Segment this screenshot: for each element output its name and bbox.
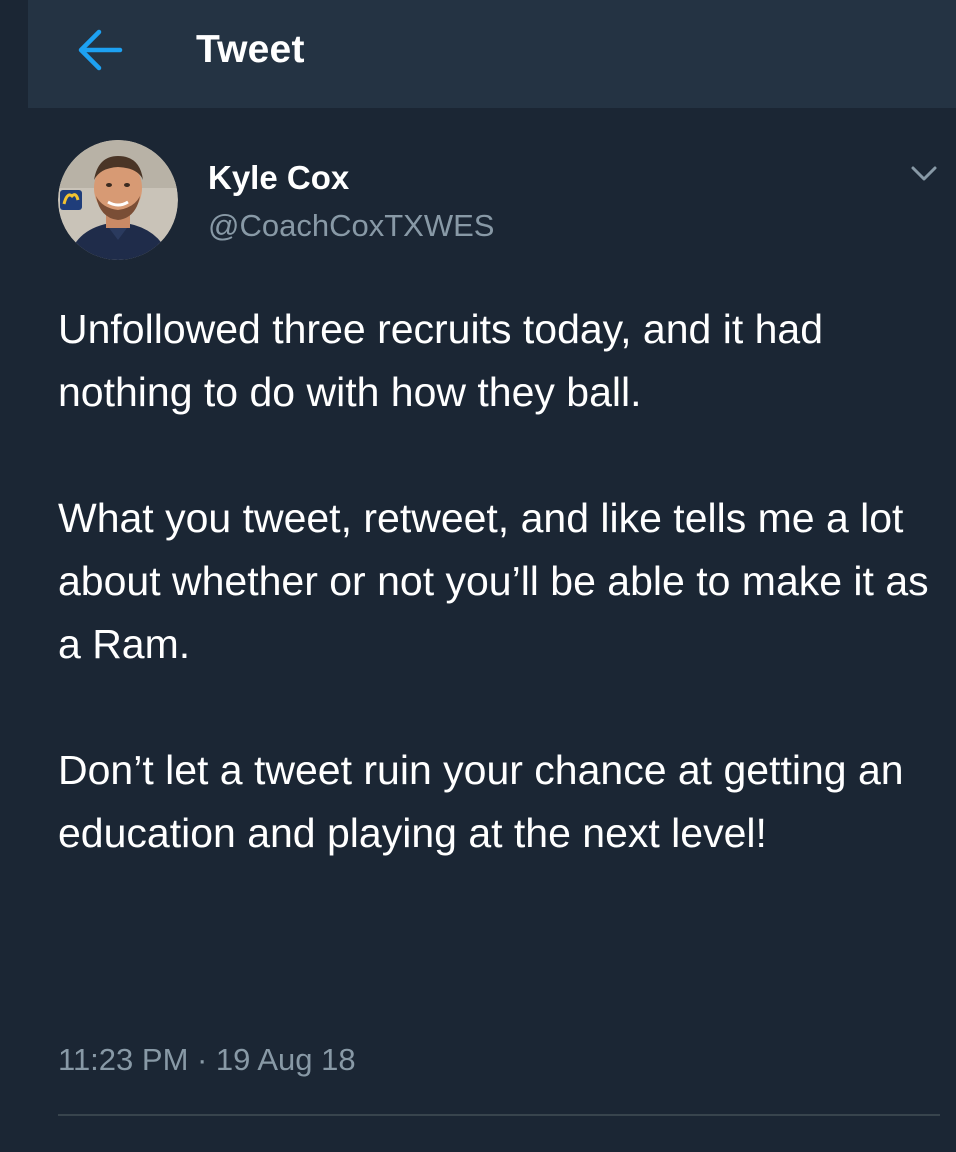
tweet-paragraph: What you tweet, retweet, and like tells …	[58, 495, 929, 667]
top-app-bar: Tweet	[28, 0, 956, 108]
tweet-detail-screen: Tweet Kyle Cox @CoachCoxTXWES Unfollowed…	[0, 0, 956, 1152]
back-button[interactable]	[68, 22, 130, 78]
tweet-paragraph: Unfollowed three recruits today, and it …	[58, 306, 824, 415]
avatar[interactable]	[58, 140, 178, 260]
profile-photo	[58, 140, 178, 260]
tweet-text: Unfollowed three recruits today, and it …	[58, 298, 948, 865]
divider	[58, 1114, 940, 1116]
page-title: Tweet	[196, 28, 305, 71]
author-display-name[interactable]: Kyle Cox	[208, 159, 349, 197]
arrow-left-icon	[78, 29, 123, 71]
chevron-down-icon	[911, 166, 937, 181]
tweet-menu-button[interactable]	[906, 158, 942, 188]
tweet-paragraph: Don’t let a tweet ruin your chance at ge…	[58, 747, 904, 856]
author-handle[interactable]: @CoachCoxTXWES	[208, 208, 494, 244]
tweet-timestamp: 11:23 PM · 19 Aug 18	[58, 1042, 356, 1077]
